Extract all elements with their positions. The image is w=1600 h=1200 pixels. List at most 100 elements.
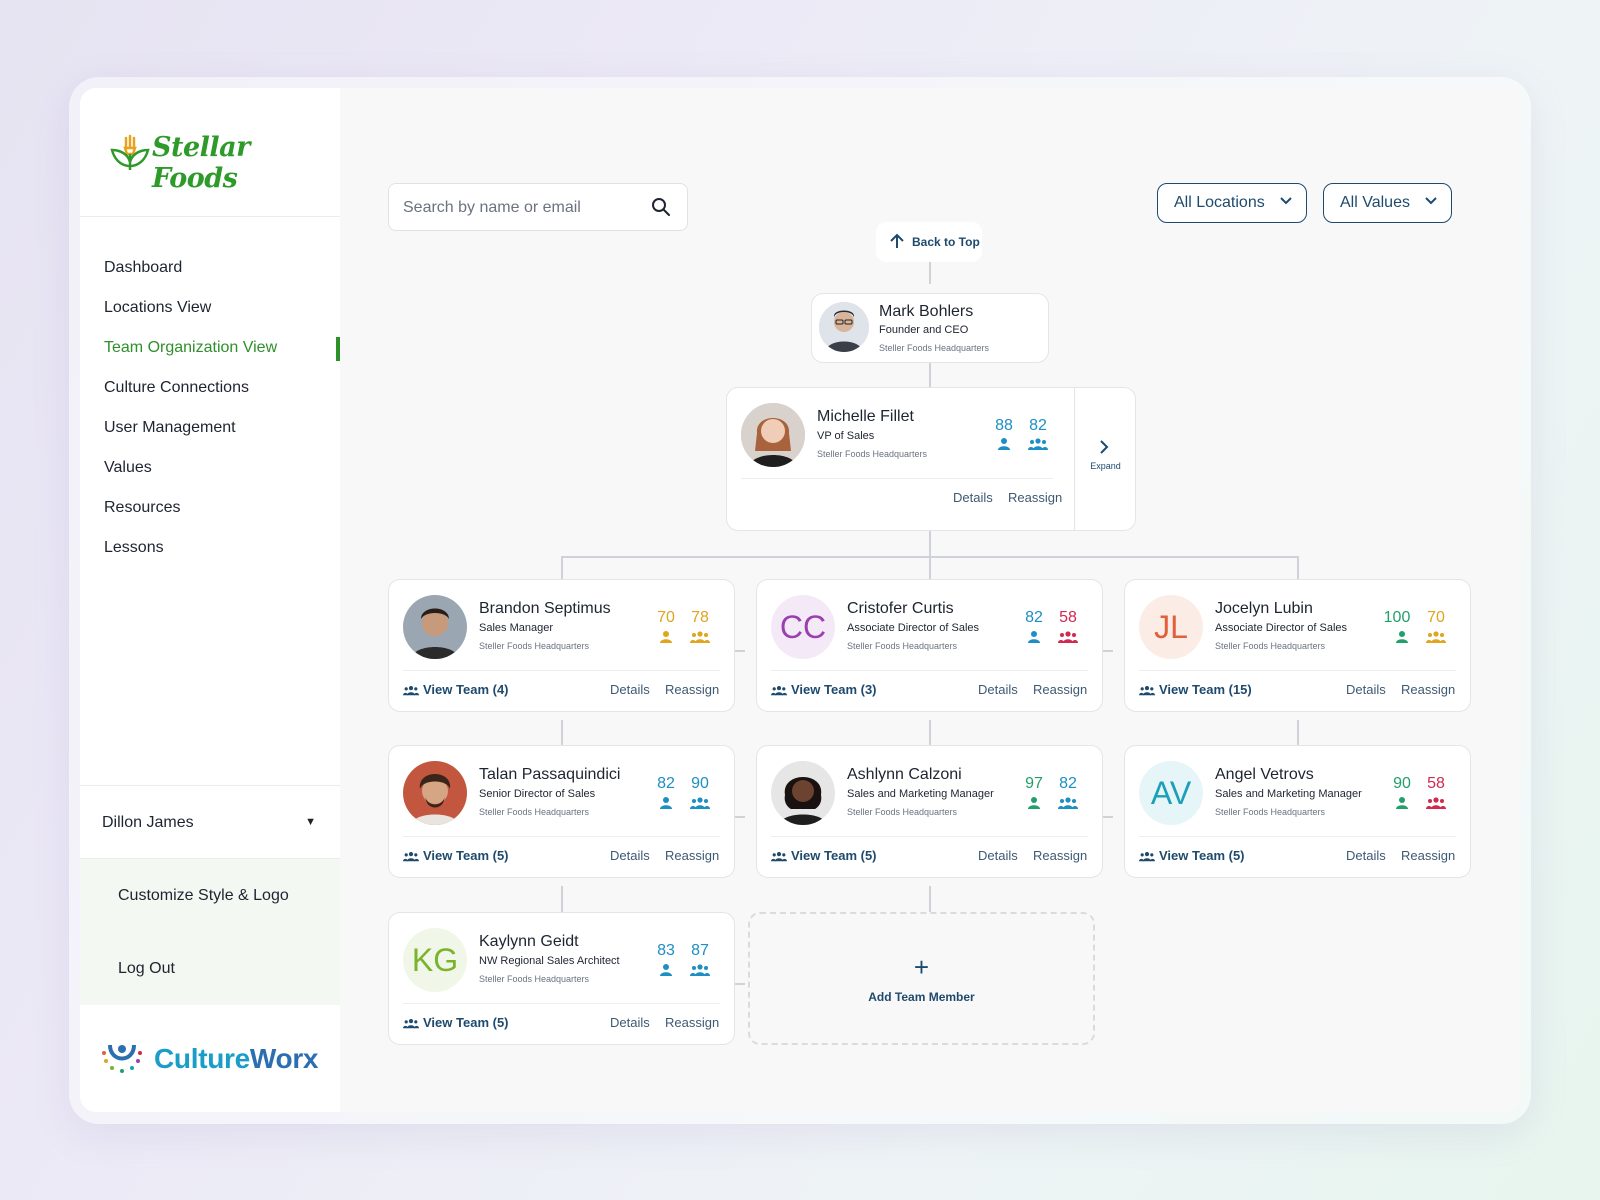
details-link[interactable]: Details [978, 682, 1018, 697]
avatar-initials: JL [1139, 595, 1203, 659]
view-team-link[interactable]: View Team (15) [1139, 682, 1252, 697]
view-team-link[interactable]: View Team (3) [771, 682, 877, 697]
log-out-link[interactable]: Log Out [118, 960, 175, 978]
person-name: Michelle Fillet [817, 408, 914, 426]
expand-label: Expand [1075, 461, 1136, 471]
group-icon [1028, 438, 1048, 450]
details-link[interactable]: Details [610, 1015, 650, 1030]
customize-style-logo-link[interactable]: Customize Style & Logo [118, 887, 289, 905]
details-link[interactable]: Details [610, 848, 650, 863]
fork-leaf-icon [108, 132, 152, 172]
details-link[interactable]: Details [1346, 848, 1386, 863]
person-role: Senior Director of Sales [479, 788, 595, 800]
view-team-label: View Team (3) [791, 682, 877, 697]
connector-line [1297, 720, 1299, 746]
team-member-card[interactable]: Brandon Septimus Sales Manager Steller F… [388, 579, 735, 712]
team-score: 70 [1421, 609, 1451, 627]
person-location: Steller Foods Headquarters [847, 807, 957, 817]
nav-resources[interactable]: Resources [80, 488, 340, 528]
team-member-card[interactable]: Talan Passaquindici Senior Director of S… [388, 745, 735, 878]
group-icon [690, 963, 710, 981]
user-menu[interactable]: Dillon James ▼ [80, 785, 340, 859]
back-to-top-button[interactable]: Back to Top [876, 222, 982, 262]
user-name: Dillon James [102, 814, 194, 832]
reassign-link[interactable]: Reassign [665, 1015, 719, 1030]
ceo-card[interactable]: Mark Bohlers Founder and CEO Steller Foo… [811, 293, 1049, 363]
view-team-link[interactable]: View Team (5) [771, 848, 877, 863]
details-link[interactable]: Details [978, 848, 1018, 863]
person-name: Talan Passaquindici [479, 766, 620, 784]
chevron-right-icon [1099, 440, 1109, 454]
person-role: Sales and Marketing Manager [847, 788, 994, 800]
person-photo-icon [403, 761, 467, 825]
person-role: Sales and Marketing Manager [1215, 788, 1362, 800]
person-location: Steller Foods Headquarters [1215, 807, 1325, 817]
reassign-link[interactable]: Reassign [665, 682, 719, 697]
nav-user-management[interactable]: User Management [80, 408, 340, 448]
nav-culture-connections[interactable]: Culture Connections [80, 368, 340, 408]
team-score: 82 [1023, 417, 1053, 435]
locations-filter[interactable]: All Locations [1157, 183, 1307, 223]
nav-lessons[interactable]: Lessons [80, 528, 340, 568]
team-member-card[interactable]: CC Cristofer Curtis Associate Director o… [756, 579, 1103, 712]
person-photo-icon [403, 595, 467, 659]
group-icon [1058, 630, 1078, 648]
nav-locations-view[interactable]: Locations View [80, 288, 340, 328]
connector-line [929, 530, 931, 556]
avatar-initials: AV [1139, 761, 1203, 825]
group-icon [1058, 631, 1078, 643]
org-chart-area: All Locations All Values Back to Top [340, 88, 1520, 1112]
person-location: Steller Foods Headquarters [1215, 641, 1325, 651]
details-link[interactable]: Details [610, 682, 650, 697]
person-photo-icon [741, 403, 805, 467]
person-icon [1027, 630, 1041, 648]
view-team-link[interactable]: View Team (5) [403, 1015, 509, 1030]
search-input[interactable] [403, 196, 643, 220]
caret-down-icon[interactable]: ▼ [305, 816, 316, 828]
reassign-link[interactable]: Reassign [1033, 682, 1087, 697]
team-icon [403, 851, 419, 862]
reassign-link[interactable]: Reassign [1401, 848, 1455, 863]
person-icon [1027, 631, 1041, 643]
person-location: Steller Foods Headquarters [479, 641, 589, 651]
details-link[interactable]: Details [953, 490, 993, 505]
person-name: Mark Bohlers [879, 303, 973, 321]
view-team-label: View Team (5) [1159, 848, 1245, 863]
nav-dashboard[interactable]: Dashboard [80, 248, 340, 288]
reassign-link[interactable]: Reassign [1033, 848, 1087, 863]
individual-score: 82 [1019, 609, 1049, 627]
main-nav: Dashboard Locations View Team Organizati… [80, 248, 340, 568]
team-icon [1139, 851, 1155, 862]
avatar [771, 761, 835, 825]
team-member-card[interactable]: KG Kaylynn Geidt NW Regional Sales Archi… [388, 912, 735, 1045]
expand-button[interactable]: Expand [1075, 388, 1136, 530]
person-icon [1027, 797, 1041, 809]
person-role: Founder and CEO [879, 324, 968, 336]
connector-line [1297, 556, 1299, 579]
vp-card: Michelle Fillet VP of Sales Steller Food… [726, 387, 1136, 531]
values-filter[interactable]: All Values [1323, 183, 1452, 223]
team-member-card[interactable]: AV Angel Vetrovs Sales and Marketing Man… [1124, 745, 1471, 878]
individual-score: 100 [1377, 609, 1417, 627]
team-score: 87 [685, 942, 715, 960]
nav-team-organization-view[interactable]: Team Organization View [80, 328, 340, 368]
search-icon[interactable] [651, 197, 671, 217]
person-icon [659, 796, 673, 814]
view-team-link[interactable]: View Team (5) [403, 848, 509, 863]
reassign-link[interactable]: Reassign [1401, 682, 1455, 697]
add-team-member-button[interactable]: + Add Team Member [748, 912, 1095, 1045]
team-member-card[interactable]: JL Jocelyn Lubin Associate Director of S… [1124, 579, 1471, 712]
nav-values[interactable]: Values [80, 448, 340, 488]
view-team-link[interactable]: View Team (4) [403, 682, 509, 697]
reassign-link[interactable]: Reassign [665, 848, 719, 863]
avatar [403, 761, 467, 825]
team-score: 82 [1053, 775, 1083, 793]
details-link[interactable]: Details [1346, 682, 1386, 697]
group-icon [690, 797, 710, 809]
group-icon [1426, 631, 1446, 643]
reassign-link[interactable]: Reassign [1008, 490, 1062, 505]
view-team-link[interactable]: View Team (5) [1139, 848, 1245, 863]
team-member-card[interactable]: Ashlynn Calzoni Sales and Marketing Mana… [756, 745, 1103, 878]
card-divider [771, 670, 1088, 671]
team-score: 58 [1421, 775, 1451, 793]
